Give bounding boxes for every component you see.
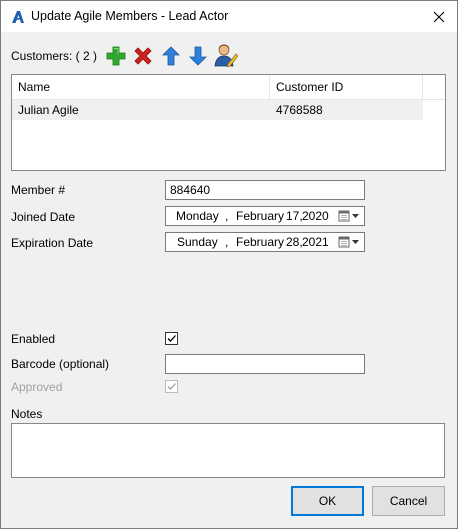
enabled-checkbox[interactable] (165, 332, 178, 345)
notes-textarea[interactable] (11, 423, 445, 478)
joined-weekday[interactable]: Monday (176, 207, 219, 225)
customers-label: Customers: ( 2 ) (11, 49, 98, 63)
grid-header: Name Customer ID (12, 75, 445, 100)
expiration-month[interactable]: February (236, 233, 284, 251)
joined-day[interactable]: 17, (286, 207, 303, 225)
column-header-customer-id[interactable]: Customer ID (270, 75, 423, 100)
joined-date-dropdown-button[interactable] (338, 209, 362, 223)
arrow-up-icon (162, 46, 180, 66)
close-button[interactable] (421, 1, 457, 32)
checkmark-icon (167, 335, 176, 342)
calendar-dropdown-icon (338, 236, 359, 248)
member-number-field[interactable]: 884640 (165, 180, 365, 200)
expiration-date-label: Expiration Date (11, 236, 94, 250)
barcode-field[interactable] (165, 354, 365, 374)
app-logo-icon (10, 9, 26, 25)
barcode-label: Barcode (optional) (11, 357, 110, 371)
joined-date-label: Joined Date (11, 210, 76, 224)
cell-customer-id: 4768588 (276, 103, 323, 117)
window-title: Update Agile Members - Lead Actor (31, 9, 229, 23)
cell-name: Julian Agile (18, 103, 79, 117)
close-icon (433, 11, 445, 22)
approved-label: Approved (11, 380, 63, 394)
arrow-down-icon (189, 46, 207, 66)
expiration-day[interactable]: 28, (286, 233, 303, 251)
title-bar: Update Agile Members - Lead Actor (1, 1, 457, 32)
customers-grid[interactable]: Name Customer ID Julian Agile 4768588 (11, 74, 446, 171)
column-header-name[interactable]: Name (12, 75, 270, 100)
expiration-date-dropdown-button[interactable] (338, 235, 362, 249)
expiration-date-picker[interactable]: Sunday , February 28, 2021 (165, 232, 365, 252)
notes-label: Notes (11, 407, 43, 421)
joined-sep: , (225, 209, 229, 223)
add-customer-button[interactable] (104, 44, 128, 68)
x-icon (134, 47, 152, 65)
checkmark-icon (167, 383, 176, 390)
move-up-button[interactable] (159, 44, 183, 68)
user-edit-icon (214, 44, 238, 67)
calendar-dropdown-icon (338, 210, 359, 222)
joined-month[interactable]: February (236, 207, 284, 225)
expiration-weekday[interactable]: Sunday (177, 233, 218, 251)
approved-checkbox (165, 380, 178, 393)
remove-customer-button[interactable] (131, 44, 155, 68)
joined-year[interactable]: 2020 (302, 207, 329, 225)
plus-icon (106, 46, 126, 66)
table-row[interactable]: Julian Agile 4768588 (12, 100, 423, 120)
edit-customer-button[interactable] (214, 43, 238, 67)
expiration-year[interactable]: 2021 (302, 233, 329, 251)
dialog-window: Update Agile Members - Lead Actor Custom… (0, 0, 458, 529)
ok-button[interactable]: OK (291, 486, 364, 516)
member-number-label: Member # (11, 183, 66, 197)
joined-date-picker[interactable]: Monday , February 17, 2020 (165, 206, 365, 226)
expiration-sep: , (225, 235, 229, 249)
cancel-button[interactable]: Cancel (372, 486, 445, 516)
enabled-label: Enabled (11, 332, 56, 346)
move-down-button[interactable] (186, 44, 210, 68)
